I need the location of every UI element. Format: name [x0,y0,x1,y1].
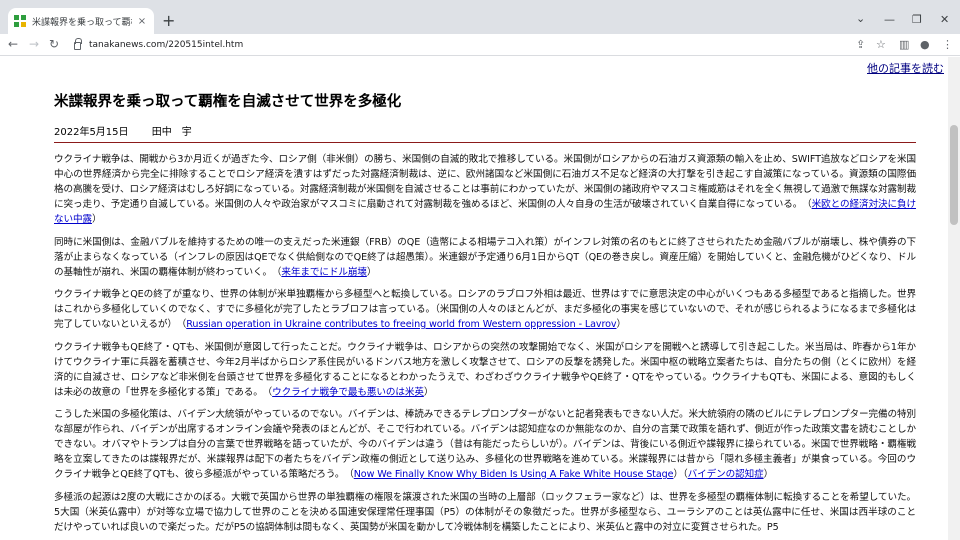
tab-search-chevron-icon[interactable]: ⌄ [856,12,865,25]
tab-close-icon[interactable]: × [136,16,148,27]
new-tab-button[interactable]: + [162,12,175,30]
browser-tab[interactable]: 米諜報界を乗っ取って覇権を自滅させ × [8,8,154,34]
related-link[interactable]: ウクライナ戦争で最も悪いのは米英 [272,387,424,398]
share-icon[interactable]: ⇪ [856,38,865,51]
paragraph-5: こうした米国の多極化策は、バイデン大統領がやっているのでない。バイデンは、棒読み… [54,409,917,480]
forward-button[interactable]: → [29,37,39,51]
article-date: 2022年5月15日 [54,127,129,138]
site-favicon-icon [14,15,26,27]
related-link[interactable]: バイデンの認知症 [688,469,764,480]
close-window-button[interactable]: ✕ [940,13,949,26]
dateline: 2022年5月15日 田中 宇 [54,123,192,138]
header-divider [54,142,916,143]
article-author: 田中 宇 [151,127,192,138]
page-title: 米諜報界を乗っ取って覇権を自滅させて世界を多極化 [54,94,402,110]
paragraph-3: ウクライナ戦争とQEの終了が重なり、世界の体制が米単独覇権から多極型へと転換して… [54,289,916,330]
maximize-button[interactable]: ❐ [912,13,922,26]
browser-menu-icon[interactable]: ⋮ [942,38,953,51]
url-text[interactable]: tanakanews.com/220515intel.htm [89,40,243,50]
article-body: ウクライナ戦争は、開戦から3か月近くが過ぎた今、ロシア側（非米側）の勝ち、米国側… [54,152,916,540]
tab-title: 米諜報界を乗っ取って覇権を自滅させ [32,17,132,28]
paragraph-4: ウクライナ戦争もQE終了・QTも、米国側が意図して行ったことだ。ウクライナ戦争は… [54,341,916,398]
profile-avatar-icon[interactable]: ● [920,38,930,51]
related-link[interactable]: Now We Finally Know Why Biden Is Using A… [354,469,674,480]
side-panel-icon[interactable]: ▥ [899,38,909,51]
page-content: 他の記事を読む 米諜報界を乗っ取って覇権を自滅させて世界を多極化 2022年5月… [0,57,948,540]
lock-icon[interactable] [74,38,82,50]
related-link[interactable]: 来年までにドル崩壊 [281,267,367,278]
paragraph-6: 多極派の起源は2度の大戦にさかのぼる。大戦で英国から世界の単独覇権の権限を譲渡さ… [54,491,916,533]
browser-toolbar: ← → ↻ tanakanews.com/220515intel.htm ⇪ ☆… [0,34,960,56]
paragraph-1: ウクライナ戦争は、開戦から3か月近くが過ぎた今、ロシア側（非米側）の勝ち、米国側… [54,154,917,225]
scrollbar-thumb[interactable] [950,125,958,225]
page-scrollbar[interactable] [948,57,960,540]
back-button[interactable]: ← [8,37,18,51]
other-articles-link[interactable]: 他の記事を読む [867,60,944,76]
related-link[interactable]: Russian operation in Ukraine contributes… [186,319,616,330]
bookmark-star-icon[interactable]: ☆ [876,38,886,51]
reload-button[interactable]: ↻ [49,37,59,51]
address-bar[interactable]: tanakanews.com/220515intel.htm [66,36,866,54]
minimize-button[interactable]: — [884,13,895,26]
paragraph-2: 同時に米国側は、金融バブルを維持するための唯一の支えだった米連銀（FRB）のQE… [54,236,916,278]
tab-strip: 米諜報界を乗っ取って覇権を自滅させ × + ⌄ — ❐ ✕ [0,0,960,34]
